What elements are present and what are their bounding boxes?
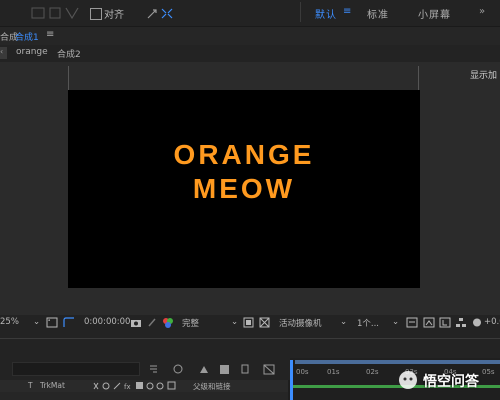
breadcrumb-item-orange[interactable]: orange — [16, 47, 48, 57]
workspace-menu-icon[interactable]: ≡ — [343, 6, 352, 17]
tool-icons — [31, 7, 79, 20]
toolbar-icons — [30, 6, 80, 20]
trkmat-column-header[interactable]: TrkMat — [40, 381, 65, 390]
pixel-aspect-icon[interactable] — [406, 317, 418, 328]
zoom-level[interactable]: 25% — [0, 317, 19, 327]
ruler-tick: 00s — [296, 368, 309, 376]
breadcrumb: ‹ orange 合成2 — [0, 45, 500, 62]
resolution-select[interactable]: 完整 — [182, 317, 199, 329]
display-toggle-label[interactable]: 显示加 — [470, 68, 497, 81]
timeline-divider — [0, 338, 500, 339]
top-toolbar: 对齐 默认 ≡ 标准 小屏幕 » — [0, 0, 500, 26]
overflow-chevron-icon[interactable]: » — [479, 6, 486, 17]
region-of-interest-icon[interactable] — [63, 317, 75, 328]
tab-composition-1[interactable]: 合成1 — [15, 30, 39, 43]
workspace-default[interactable]: 默认 — [315, 6, 337, 21]
work-area-bar[interactable] — [295, 360, 500, 364]
camera-chevron-icon[interactable]: ⌄ — [340, 317, 347, 327]
toggle-mask-icon[interactable] — [423, 317, 435, 328]
breadcrumb-item-comp2[interactable]: 合成2 — [57, 47, 81, 60]
timeline-tools-icon[interactable] — [148, 362, 278, 376]
panel-menu-icon[interactable]: ≡ — [46, 29, 54, 40]
reset-exposure-icon[interactable] — [439, 317, 451, 328]
playhead[interactable] — [290, 360, 293, 400]
align-checkbox[interactable] — [90, 8, 102, 20]
color-channel-icon[interactable] — [161, 317, 175, 329]
watermark: 悟空问答 — [397, 369, 500, 391]
zoom-dropdown-chevron-icon[interactable]: ⌄ — [33, 317, 40, 327]
timeline-switch-icons[interactable] — [148, 362, 278, 376]
current-timecode[interactable]: 0:00:00:00 — [84, 317, 130, 327]
layer-search-input[interactable] — [12, 362, 140, 376]
snap-icon[interactable] — [146, 6, 176, 20]
toolbar-divider — [300, 2, 301, 22]
watermark-text: 悟空问答 — [423, 374, 479, 390]
trkmat-column-icon: T — [28, 381, 33, 390]
guide-line-left — [68, 66, 69, 90]
ruler-tick: 02s — [366, 368, 379, 376]
guide-line-right — [418, 66, 419, 90]
workspace-standard[interactable]: 标准 — [367, 6, 389, 21]
workspace-small-screen[interactable]: 小屏幕 — [418, 6, 451, 21]
text-layer-line-1[interactable]: ORANGE — [68, 139, 420, 171]
snapshot-icon[interactable] — [130, 317, 142, 328]
ruler-tick: 01s — [327, 368, 340, 376]
parent-link-column-header[interactable]: 父级和链接 — [193, 381, 231, 392]
exposure-icon[interactable] — [472, 317, 482, 328]
flowchart-icon[interactable] — [455, 317, 467, 328]
fit-icon[interactable] — [46, 317, 58, 328]
layer-column-headers: T TrkMat fx 父级和链接 — [0, 380, 288, 392]
transparency-grid-icon[interactable] — [259, 317, 270, 328]
watermark-logo-icon — [399, 371, 417, 389]
layer-row[interactable] — [0, 392, 288, 400]
exposure-value[interactable]: +0.0 — [484, 317, 500, 327]
text-layer-line-2[interactable]: MEOW — [68, 173, 420, 205]
lock-toggle-icon[interactable]: ‹ — [0, 47, 7, 59]
view-layout-chevron-icon[interactable]: ⌄ — [392, 317, 399, 327]
resolution-chevron-icon[interactable]: ⌄ — [231, 317, 238, 327]
align-label: 对齐 — [104, 10, 124, 21]
view-layout-select[interactable]: 1个... — [357, 317, 379, 329]
snap-icons[interactable] — [146, 6, 176, 20]
camera-view-select[interactable]: 活动摄像机 — [279, 317, 322, 329]
svg-text:fx: fx — [124, 383, 131, 391]
show-snapshot-icon[interactable] — [147, 317, 157, 328]
switches-column-icons[interactable]: fx — [92, 381, 187, 391]
fast-preview-icon[interactable] — [243, 317, 254, 328]
timeline-tab-strip — [0, 332, 500, 358]
viewer-control-bar: 25% ⌄ 0:00:00:00 完整 ⌄ 活动摄像机 ⌄ 1个... ⌄ +0… — [0, 315, 500, 331]
composition-panel-header: 合成 合成1 ≡ — [0, 27, 500, 45]
